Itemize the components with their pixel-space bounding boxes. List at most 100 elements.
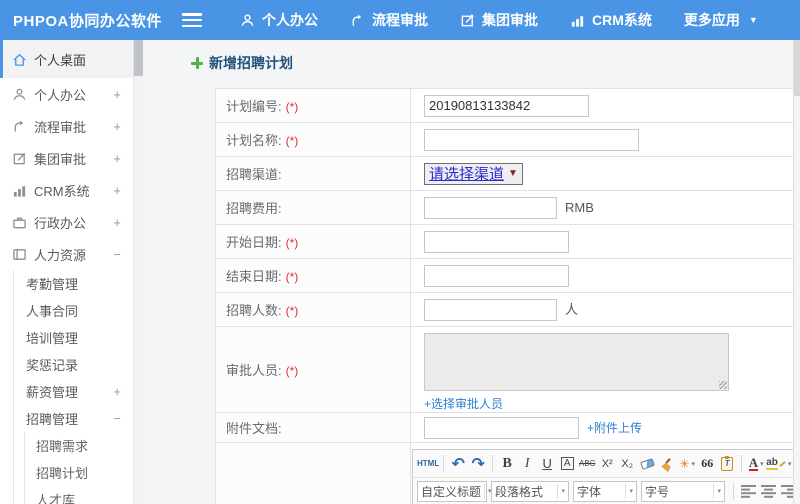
required-marker: (*) (285, 364, 299, 378)
edit-icon (460, 13, 475, 28)
autotypeset-icon[interactable]: A (557, 453, 577, 474)
paste-icon[interactable]: T (717, 453, 737, 474)
collapse-toggle[interactable]: − (113, 411, 121, 426)
align-left-icon[interactable] (738, 481, 758, 502)
chart-icon (12, 183, 27, 198)
underline-icon[interactable]: U (537, 453, 557, 474)
superscript-icon[interactable]: X² (597, 453, 617, 474)
paragraph-format-select[interactable]: 段落格式 ▾ (491, 480, 569, 502)
recruitment-submenu: 招聘需求 招聘计划 人才库 (24, 432, 133, 504)
subscript-icon[interactable]: X₂ (617, 453, 637, 474)
sidebar-scrollbar[interactable] (133, 40, 143, 504)
eraser-icon[interactable] (637, 453, 657, 474)
bold-icon[interactable]: B (497, 453, 517, 474)
field-label: 开始日期: (226, 235, 282, 250)
caret-down-icon: ▾ (787, 460, 792, 468)
nav-item-crm[interactable]: CRM系统 (570, 10, 652, 30)
sidebar-item-workflow-approval[interactable]: 流程审批 + (0, 110, 133, 142)
page-scrollbar-thumb[interactable] (794, 40, 800, 96)
sidebar-item-rewards[interactable]: 奖惩记录 (14, 351, 133, 378)
caret-down-icon: ▼ (508, 168, 518, 179)
flow-icon (350, 13, 365, 28)
sidebar-item-salary[interactable]: 薪资管理 + (14, 378, 133, 405)
plan-number-input[interactable] (424, 94, 589, 117)
editor-toolbar-row2: 自定义标题 ▾ 段落格式 ▾ 字体 ▾ 字号 ▾ (413, 477, 800, 504)
sidebar-item-attendance[interactable]: 考勤管理 (14, 270, 133, 297)
sidebar-item-personal-desktop[interactable]: 个人桌面 (0, 40, 133, 78)
required-marker: (*) (285, 304, 299, 318)
collapse-toggle[interactable]: − (113, 247, 121, 262)
sidebar-item-personal-office[interactable]: 个人办公 + (0, 78, 133, 110)
form-row-approvers: 审批人员: (*) +选择审批人员 (215, 326, 800, 413)
required-marker: (*) (285, 134, 299, 148)
hr-submenu: 考勤管理 人事合同 培训管理 奖惩记录 薪资管理 + 招聘管理 − 招聘需求 招… (13, 270, 133, 504)
editor-toolbar-row1: HTML ↶ ↷ B I U A ABC X² X₂ ✳ ▾ 66 T A ▾ … (413, 450, 800, 477)
sidebar-item-admin-office[interactable]: 行政办公 + (0, 206, 133, 238)
form-row-plan-number: 计划编号: (*) (215, 88, 800, 123)
expand-toggle[interactable]: + (113, 119, 121, 134)
end-date-input[interactable] (424, 264, 569, 287)
sidebar-item-crm[interactable]: CRM系统 + (0, 174, 133, 206)
sidebar-item-hr-contract[interactable]: 人事合同 (14, 297, 133, 324)
required-marker: (*) (285, 100, 299, 114)
sidebar-item-recruitment[interactable]: 招聘管理 − (14, 405, 133, 432)
font-color-icon[interactable]: A ▾ (746, 453, 766, 474)
briefcase-icon (12, 215, 27, 230)
attachment-input[interactable] (424, 416, 579, 439)
highlight-icon[interactable]: ab ▾ (766, 453, 791, 474)
form-row-cost: 招聘费用: RMB (215, 190, 800, 225)
expand-toggle[interactable]: + (113, 384, 121, 399)
app-brand: PHPOA协同办公软件 (13, 12, 162, 30)
nav-item-personal-office[interactable]: 个人办公 (240, 10, 318, 30)
rich-text-editor: HTML ↶ ↷ B I U A ABC X² X₂ ✳ ▾ 66 T A ▾ … (412, 449, 800, 504)
plus-icon (191, 57, 203, 69)
choose-approvers-link[interactable]: +选择审批人员 (424, 397, 503, 411)
nav-item-group-approval[interactable]: 集团审批 (460, 10, 538, 30)
headcount-input[interactable] (424, 298, 557, 321)
plan-name-input[interactable] (424, 128, 639, 151)
channel-select[interactable]: 请选择渠道 ▼ (424, 162, 523, 185)
sidebar-scrollbar-thumb[interactable] (134, 40, 143, 76)
strikethrough-icon[interactable]: ABC (577, 453, 597, 474)
nav-item-workflow-approval[interactable]: 流程审批 (350, 10, 428, 30)
sidebar: 个人桌面 个人办公 + 流程审批 + 集团审批 + CRM系统 + 行政办公 + (0, 40, 133, 504)
hamburger-menu-icon[interactable] (182, 13, 202, 27)
page-scrollbar[interactable] (793, 40, 800, 504)
form-row-attachment: 附件文档: +附件上传 (215, 412, 800, 443)
nav-item-more-apps[interactable]: 更多应用 ▼ (684, 10, 758, 30)
required-marker: (*) (285, 236, 299, 250)
sidebar-item-group-approval[interactable]: 集团审批 + (0, 142, 133, 174)
form-row-start-date: 开始日期: (*) (215, 224, 800, 259)
expand-toggle[interactable]: + (113, 215, 121, 230)
start-date-input[interactable] (424, 230, 569, 253)
caret-down-icon: ▾ (557, 483, 565, 499)
toolbar-separator (443, 455, 445, 472)
blockquote-icon[interactable]: 66 (697, 453, 717, 474)
custom-title-select[interactable]: 自定义标题 ▾ (417, 480, 492, 502)
html-source-button[interactable]: HTML (417, 453, 439, 474)
redo-icon[interactable]: ↷ (468, 453, 488, 474)
clean-brush-icon[interactable] (657, 453, 677, 474)
unit-suffix: 人 (565, 302, 579, 317)
font-family-select[interactable]: 字体 ▾ (573, 480, 637, 502)
sidebar-item-talent-pool[interactable]: 人才库 (25, 486, 133, 504)
italic-icon[interactable]: I (517, 453, 537, 474)
sidebar-item-training[interactable]: 培训管理 (14, 324, 133, 351)
undo-icon[interactable]: ↶ (448, 453, 468, 474)
attachment-upload-link[interactable]: +附件上传 (587, 421, 642, 435)
field-label: 结束日期: (226, 269, 282, 284)
field-label: 计划名称: (226, 133, 282, 148)
page-title: 新增招聘计划 (191, 53, 293, 73)
sidebar-item-recruit-plan[interactable]: 招聘计划 (25, 459, 133, 486)
sidebar-item-recruit-demand[interactable]: 招聘需求 (25, 432, 133, 459)
expand-toggle[interactable]: + (113, 87, 121, 102)
expand-toggle[interactable]: + (113, 151, 121, 166)
sidebar-item-hr[interactable]: 人力资源 − (0, 238, 133, 270)
caret-down-icon: ▾ (625, 483, 633, 499)
align-center-icon[interactable] (758, 481, 778, 502)
font-size-select[interactable]: 字号 ▾ (641, 480, 725, 502)
expand-toggle[interactable]: + (113, 183, 121, 198)
cost-input[interactable] (424, 196, 557, 219)
format-painter-icon[interactable]: ✳ ▾ (677, 453, 697, 474)
approvers-textarea[interactable] (424, 333, 729, 391)
